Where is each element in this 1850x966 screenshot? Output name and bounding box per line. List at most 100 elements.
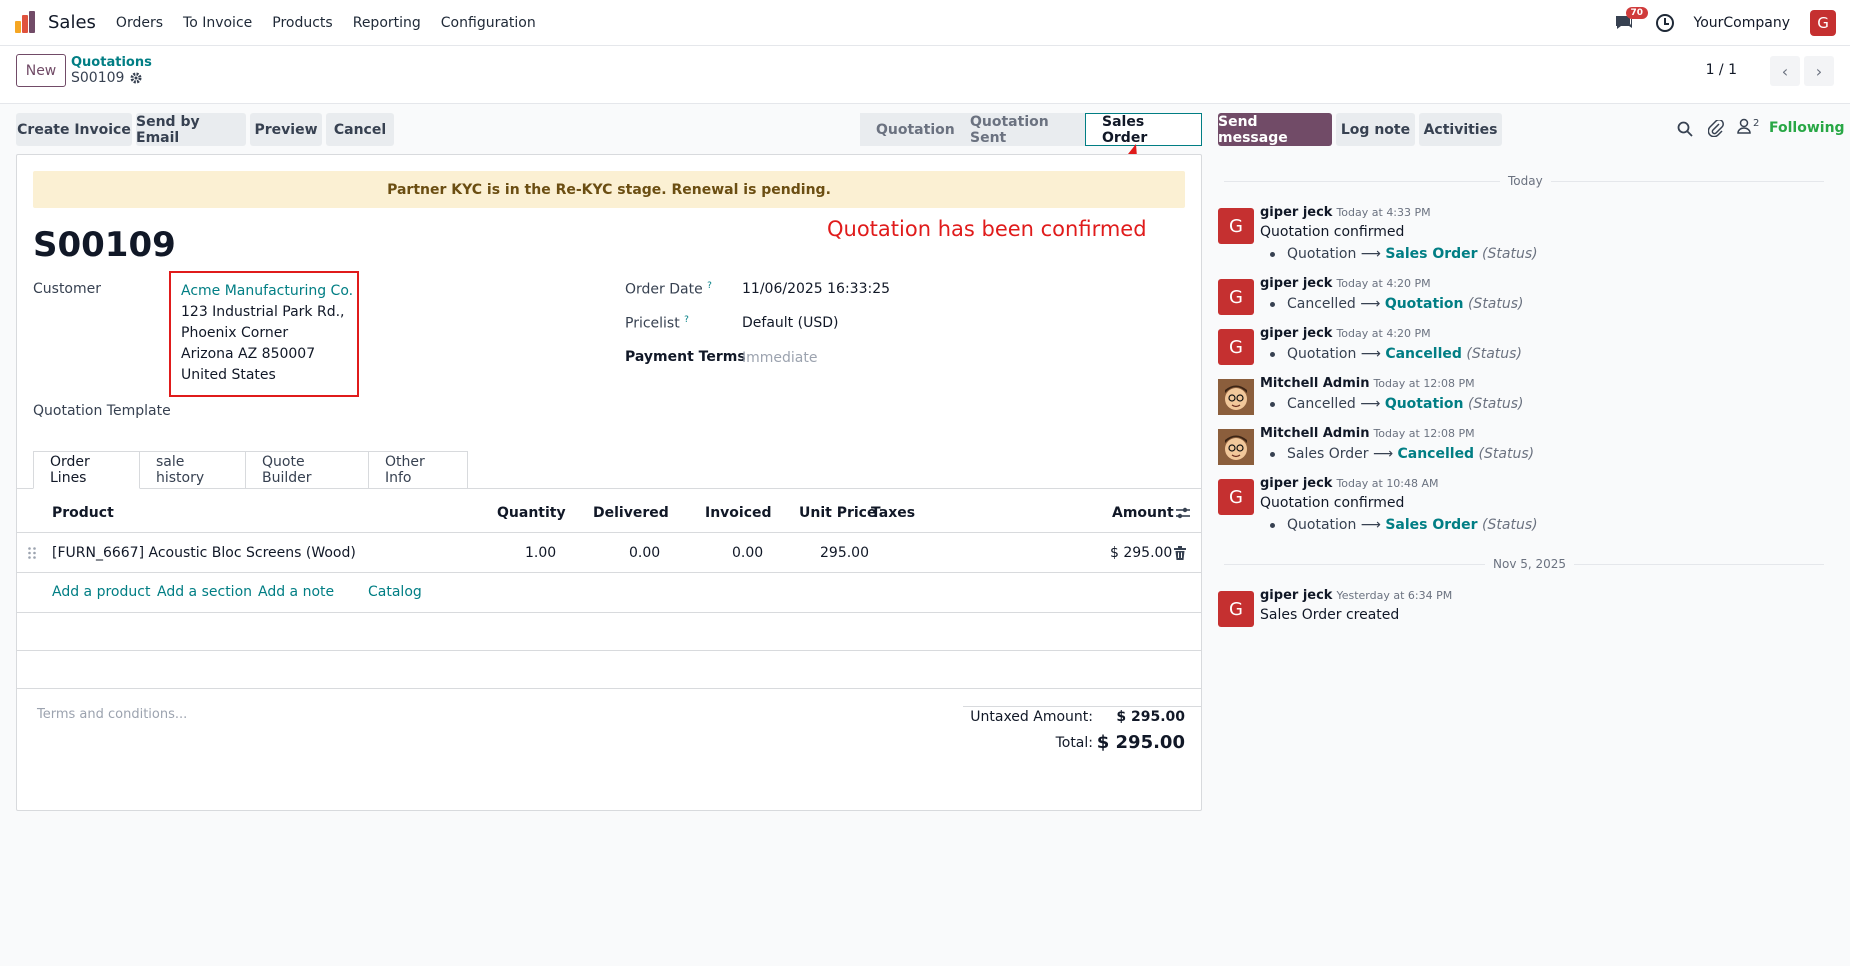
terms-and-conditions-input[interactable]: Terms and conditions... [37, 707, 187, 722]
author-name[interactable]: Mitchell Admin [1260, 376, 1369, 391]
menu-configuration[interactable]: Configuration [441, 15, 536, 31]
company-switcher[interactable]: YourCompany [1694, 15, 1791, 31]
untaxed-amount-value: $ 295.00 [1116, 709, 1185, 725]
menu-to-invoice[interactable]: To Invoice [183, 15, 252, 31]
old-value: Cancelled [1287, 396, 1356, 412]
add-section-link[interactable]: Add a section [157, 584, 252, 600]
sales-app-icon[interactable] [14, 10, 38, 35]
author-name[interactable]: giper jeck [1260, 276, 1332, 291]
breadcrumb-current-label: S00109 [71, 70, 125, 86]
send-by-email-button[interactable]: Send by Email [136, 113, 246, 146]
mitchell-admin-avatar[interactable] [1218, 379, 1254, 415]
author-avatar[interactable]: G [1218, 329, 1254, 365]
tab-order-lines[interactable]: Order Lines [33, 451, 140, 489]
cell-delivered[interactable]: 0.00 [629, 533, 660, 573]
new-value: Sales Order [1385, 517, 1478, 533]
author-name[interactable]: giper jeck [1260, 476, 1332, 491]
messaging-icon[interactable]: 70 [1614, 7, 1649, 34]
preview-button[interactable]: Preview [250, 113, 322, 146]
user-avatar[interactable]: G [1810, 10, 1836, 36]
cell-product[interactable]: [FURN_6667] Acoustic Bloc Screens (Wood) [52, 533, 356, 573]
followers-count: 2 [1753, 118, 1760, 129]
message-time: Today at 4:33 PM [1336, 206, 1431, 219]
author-name[interactable]: giper jeck [1260, 326, 1332, 341]
trash-icon[interactable] [1174, 533, 1186, 573]
message-author: giper jeck Today at 4:33 PM [1260, 205, 1431, 220]
author-name[interactable]: giper jeck [1260, 588, 1332, 603]
search-icon[interactable] [1677, 121, 1693, 141]
activity-clock-icon[interactable] [1655, 14, 1674, 32]
pager-previous-button[interactable]: ‹ [1770, 56, 1800, 86]
pager-value[interactable]: 1 / 1 [1706, 62, 1737, 78]
author-avatar[interactable]: G [1218, 591, 1254, 627]
table-row[interactable]: [FURN_6667] Acoustic Bloc Screens (Wood)… [17, 533, 1201, 573]
author-avatar[interactable]: G [1218, 479, 1254, 515]
pricelist-value[interactable]: Default (USD) [742, 315, 838, 331]
help-tooltip-icon[interactable]: ? [684, 315, 689, 325]
catalog-link[interactable]: Catalog [368, 584, 422, 600]
gear-icon[interactable] [130, 72, 142, 84]
followers-button[interactable]: 2 [1737, 118, 1759, 134]
menu-products[interactable]: Products [272, 15, 332, 31]
new-value: Cancelled [1385, 346, 1462, 362]
new-value: Quotation [1384, 396, 1464, 412]
author-avatar[interactable]: G [1218, 279, 1254, 315]
col-product[interactable]: Product [52, 493, 114, 533]
stage-quotation[interactable]: Quotation [860, 113, 955, 146]
stage-quotation-sent[interactable]: Quotation Sent [954, 113, 1085, 146]
drag-handle-icon[interactable] [27, 533, 37, 573]
breadcrumb-quotations[interactable]: Quotations [71, 55, 152, 70]
menu-reporting[interactable]: Reporting [353, 15, 421, 31]
customer-address-line: Arizona AZ 850007 [181, 346, 316, 362]
bullet-icon [1270, 251, 1275, 257]
arrow-right-icon: ⟶ [1372, 446, 1394, 462]
cancel-button[interactable]: Cancel [326, 113, 394, 146]
date-separator-label: Today [1500, 174, 1551, 188]
tab-sale-history[interactable]: sale history [140, 451, 246, 489]
help-tooltip-icon[interactable]: ? [707, 281, 712, 291]
chevron-right-icon: › [1815, 61, 1823, 81]
author-avatar[interactable]: G [1218, 208, 1254, 244]
order-date-value[interactable]: 11/06/2025 16:33:25 [742, 281, 890, 297]
menu-orders[interactable]: Orders [116, 15, 163, 31]
col-delivered[interactable]: Delivered [593, 493, 669, 533]
tracked-field: (Status) [1482, 246, 1538, 262]
customer-field[interactable]: Acme Manufacturing Co. 123 Industrial Pa… [169, 271, 359, 397]
column-settings-icon[interactable] [1175, 493, 1191, 533]
log-note-button[interactable]: Log note [1336, 113, 1415, 146]
send-message-button[interactable]: Send message [1218, 113, 1332, 146]
chatter-message: G giper jeck Today at 4:20 PM Cancelled ⟶… [1218, 276, 1818, 319]
bullet-icon [1270, 351, 1275, 357]
tab-other-info[interactable]: Other Info [369, 451, 468, 489]
customer-name-link[interactable]: Acme Manufacturing Co. [181, 281, 357, 302]
col-taxes[interactable]: Taxes [871, 493, 915, 533]
col-quantity[interactable]: Quantity [497, 493, 566, 533]
add-product-link[interactable]: Add a product [52, 584, 150, 600]
cell-invoiced: 0.00 [732, 545, 764, 561]
following-button[interactable]: Following [1769, 120, 1845, 136]
tab-quote-builder[interactable]: Quote Builder [246, 451, 369, 489]
app-name[interactable]: Sales [48, 12, 96, 33]
order-date-label: Order Date ? [625, 281, 712, 298]
col-invoiced[interactable]: Invoiced [705, 493, 772, 533]
tracked-field: (Status) [1482, 517, 1538, 533]
cell-unit-price[interactable]: 295.00 [820, 533, 869, 573]
create-invoice-button[interactable]: Create Invoice [16, 113, 132, 146]
paperclip-icon[interactable] [1707, 119, 1724, 141]
tracked-field: (Status) [1466, 346, 1522, 362]
mitchell-admin-avatar[interactable] [1218, 429, 1254, 465]
author-name[interactable]: giper jeck [1260, 205, 1332, 220]
cell-quantity[interactable]: 1.00 [525, 533, 556, 573]
add-note-link[interactable]: Add a note [258, 584, 334, 600]
activities-button[interactable]: Activities [1419, 113, 1502, 146]
chatter-message: Mitchell Admin Today at 12:08 PM Sales Or… [1218, 426, 1818, 469]
col-amount[interactable]: Amount [1112, 493, 1174, 533]
message-author: giper jeck Today at 4:20 PM [1260, 326, 1431, 341]
col-unit-price[interactable]: Unit Price [799, 493, 876, 533]
chatter-message: G giper jeck Today at 4:20 PM Quotation ⟶… [1218, 326, 1818, 369]
author-name[interactable]: Mitchell Admin [1260, 426, 1369, 441]
payment-terms-value[interactable]: Immediate [742, 350, 817, 366]
new-button[interactable]: New [16, 54, 66, 87]
pager-next-button[interactable]: › [1804, 56, 1834, 86]
new-value: Cancelled [1397, 446, 1475, 462]
